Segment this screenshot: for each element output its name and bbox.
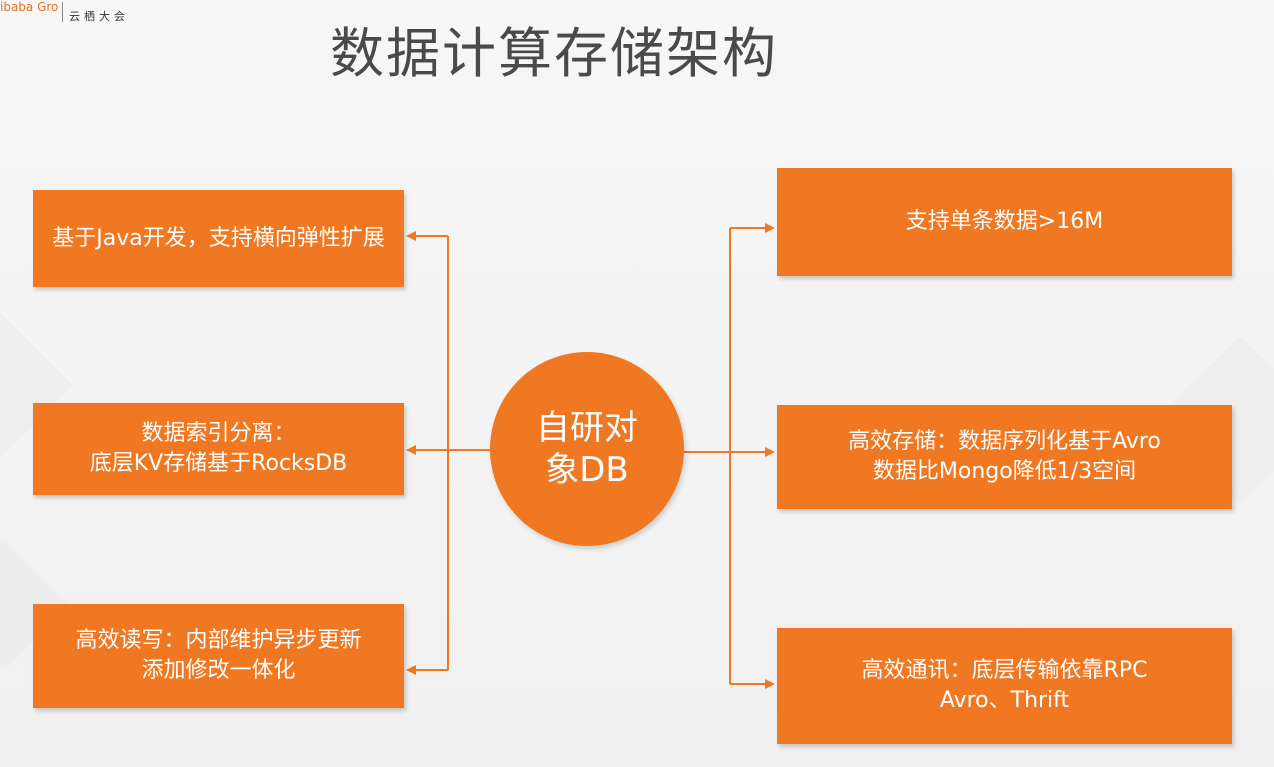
left-box-index-line-1: 数据索引分离： (141, 421, 296, 446)
left-box-java: 基于Java开发，支持横向弹性扩展 (33, 190, 404, 287)
center-object-db-circle: 自研对 象DB (490, 352, 684, 546)
left-box-java-line-1: 基于Java开发，支持横向弹性扩展 (52, 225, 385, 251)
left-box-readwrite-line-2: 添加修改一体化 (141, 658, 296, 683)
center-line-1: 自研对 (536, 408, 638, 448)
right-box-communication-line-1: 高效通讯：底层传输依靠RPC (861, 658, 1148, 683)
right-box-size-line-1: 支持单条数据>16M (905, 209, 1104, 234)
right-box-storage-line-2: 数据比Mongo降低1/3空间 (872, 459, 1137, 484)
left-box-readwrite-line-1: 高效读写：内部维护异步更新 (75, 628, 362, 653)
slide: ibaba Group 云栖大会 数据计算存储架构 基于Java开发，支持横向弹… (0, 0, 1274, 767)
center-line-2: 象DB (545, 450, 629, 490)
right-box-communication: 高效通讯：底层传输依靠RPC Avro、Thrift (777, 628, 1232, 744)
right-box-communication-line-2: Avro、Thrift (939, 688, 1070, 713)
left-box-readwrite: 高效读写：内部维护异步更新 添加修改一体化 (33, 604, 404, 708)
right-box-size: 支持单条数据>16M (777, 168, 1232, 276)
right-box-storage: 高效存储：数据序列化基于Avro 数据比Mongo降低1/3空间 (777, 405, 1232, 509)
left-box-index: 数据索引分离： 底层KV存储基于RocksDB (33, 403, 404, 495)
left-box-index-line-2: 底层KV存储基于RocksDB (89, 451, 348, 476)
right-box-storage-line-1: 高效存储：数据序列化基于Avro (848, 429, 1161, 454)
